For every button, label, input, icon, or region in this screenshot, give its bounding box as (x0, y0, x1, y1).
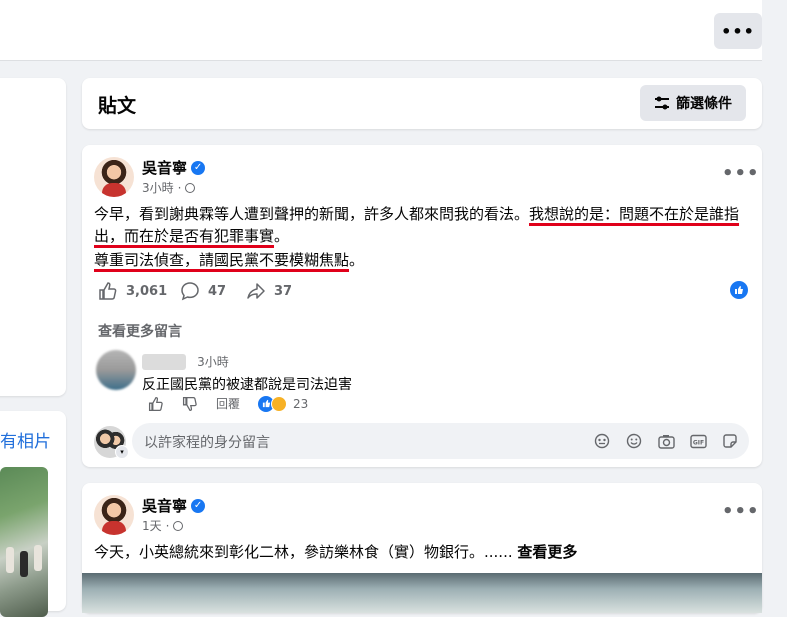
haha-reaction-icon (271, 395, 288, 412)
posts-header: 貼文 篩選條件 (82, 78, 762, 129)
sliders-icon (655, 96, 669, 110)
post-text: 今天，小英總統來到彰化二林，參訪樂林食（實）物銀行。...... 查看更多 (94, 541, 744, 563)
svg-text:GIF: GIF (692, 439, 703, 446)
thumbs-up-icon (99, 282, 117, 300)
post-text: 今早，看到謝典霖等人遭到聲押的新聞，許多人都來問我的看法。我想說的是：問題不在於… (94, 203, 744, 247)
thumbs-up-icon[interactable] (148, 396, 164, 412)
see-more-link[interactable]: 查看更多 (517, 543, 577, 561)
author-name[interactable]: 吳音寧 (142, 495, 187, 516)
author-name-row: 吳音寧 ✓ (142, 495, 206, 516)
post-text-part: 今天，小英總統來到彰化二林，參訪樂林食（實）物銀行。...... (94, 543, 513, 561)
gif-icon[interactable]: GIF (689, 432, 707, 450)
post-card: 吳音寧 ✓ 1天 · ••• 今天，小英總統來到彰化二林，參訪樂林食（實）物銀行… (82, 483, 762, 613)
comment-button[interactable]: 47 (180, 281, 226, 301)
camera-icon[interactable] (657, 432, 675, 450)
globe-icon (173, 520, 184, 531)
author-avatar[interactable] (94, 495, 134, 535)
commenter-name-blurred[interactable] (142, 353, 186, 370)
photos-link[interactable]: 有相片 (0, 427, 51, 452)
reaction-count: 23 (293, 396, 309, 411)
author-avatar[interactable] (94, 157, 134, 197)
emoji-icon[interactable] (625, 432, 643, 450)
verified-badge-icon: ✓ (191, 498, 206, 513)
avatar-sticker-icon[interactable] (593, 432, 611, 450)
comment-bubble-icon (181, 282, 199, 301)
comment-time[interactable]: 3小時 (197, 355, 229, 369)
post-time[interactable]: 1天 (142, 517, 162, 534)
share-count: 37 (274, 283, 293, 299)
post-time[interactable]: 3小時 (142, 179, 174, 196)
post-text-part: 。 (349, 251, 365, 269)
like-reaction-icon[interactable] (730, 281, 748, 299)
author-name-row: 吳音寧 ✓ (142, 157, 206, 178)
more-horizontal-icon: ••• (721, 21, 755, 41)
posts-title: 貼文 (98, 95, 137, 117)
chevron-down-icon[interactable]: ▾ (115, 445, 129, 459)
post-options-button[interactable]: ••• (722, 163, 760, 184)
comment-input-tools: GIF (593, 432, 739, 450)
post-text-underlined: 出，而在於是否有犯罪事實 (94, 227, 275, 245)
view-more-comments-link[interactable]: 查看更多留言 (98, 321, 182, 341)
like-count: 3,061 (126, 283, 168, 299)
post-text-part: 今早，看到謝典霖等人遭到聲押的新聞，許多人都來問我的看法。 (94, 205, 530, 223)
thumbs-down-icon[interactable] (182, 396, 198, 412)
photo-thumbnail[interactable] (0, 467, 48, 617)
verified-badge-icon: ✓ (191, 160, 206, 175)
comment: 3小時 反正國民黨的被逮都說是司法迫害 (142, 351, 352, 394)
comment-count: 47 (208, 283, 227, 299)
post-card: 吳音寧 ✓ 3小時 · ••• 今早，看到謝典霖等人遭到聲押的新聞，許多人都來問… (82, 145, 762, 467)
comment-text: 反正國民黨的被逮都說是司法迫害 (142, 377, 352, 393)
reply-link[interactable]: 回覆 (216, 395, 240, 412)
comment-actions: 回覆 23 (148, 395, 308, 412)
like-button[interactable]: 3,061 (98, 281, 167, 301)
filter-button[interactable]: 篩選條件 (640, 85, 746, 121)
post-text-part: 。 (274, 227, 290, 245)
share-button[interactable]: 37 (246, 281, 292, 301)
author-name[interactable]: 吳音寧 (142, 157, 187, 178)
intro-card (0, 78, 66, 396)
filter-label: 篩選條件 (676, 96, 732, 112)
sticker-icon[interactable] (721, 432, 739, 450)
top-bar: ••• (0, 0, 762, 61)
post-meta: 3小時 · (142, 179, 196, 196)
post-meta: 1天 · (142, 517, 184, 534)
post-text-line3: 尊重司法偵查，請國民黨不要模糊焦點。 (94, 249, 744, 271)
post-text-underlined: 尊重司法偵查，請國民黨不要模糊焦點 (94, 251, 350, 269)
post-text-underlined: 我想說的是：問題不在於是誰指 (529, 205, 740, 223)
more-options-button[interactable]: ••• (714, 13, 762, 49)
photos-card: 有相片 (0, 411, 66, 617)
commenter-avatar[interactable] (96, 350, 136, 390)
comment-reactions[interactable]: 23 (258, 395, 309, 412)
post-photo[interactable] (82, 573, 762, 613)
comment-input[interactable]: 以許家程的身分留言 GIF (132, 423, 749, 459)
share-arrow-icon (247, 283, 265, 299)
globe-icon (185, 182, 196, 193)
post-options-button[interactable]: ••• (722, 501, 760, 522)
comment-input-placeholder: 以許家程的身分留言 (144, 435, 270, 451)
